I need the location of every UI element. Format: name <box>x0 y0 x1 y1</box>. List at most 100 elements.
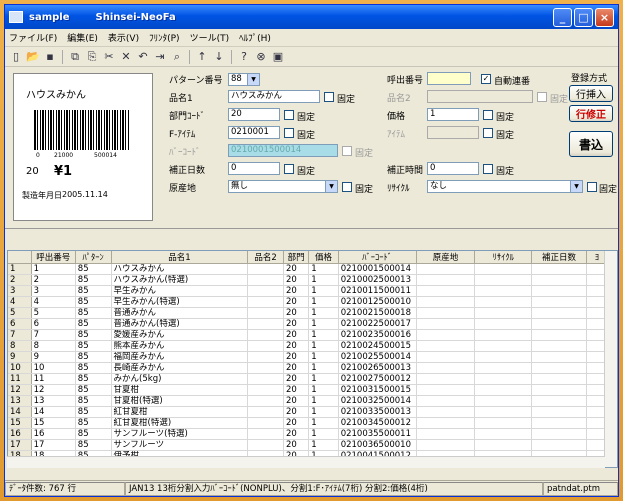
table-cell[interactable]: 12 <box>31 384 76 396</box>
find-icon[interactable]: ⌕ <box>169 49 185 65</box>
table-cell[interactable]: 1 <box>308 285 339 297</box>
menu-view[interactable]: 表示(V) <box>108 31 139 44</box>
table-row[interactable]: 15 15 85 紅甘夏柑(特選) 20 1 0210034500012 <box>8 417 609 429</box>
column-header[interactable]: 呼出番号 <box>31 251 76 264</box>
price-fixed-checkbox[interactable] <box>483 110 493 120</box>
row-number[interactable]: 4 <box>8 296 32 308</box>
table-cell[interactable] <box>247 274 285 286</box>
table-row[interactable]: 2 2 85 ハウスみかん(特選) 20 1 0210002500013 <box>8 274 609 286</box>
table-cell[interactable] <box>531 296 587 308</box>
table-row[interactable]: 7 7 85 愛媛産みかん 20 1 0210023500016 <box>8 329 609 341</box>
table-cell[interactable]: 16 <box>31 428 76 440</box>
table-cell[interactable]: 3 <box>31 285 76 297</box>
table-cell[interactable] <box>531 329 587 341</box>
table-cell[interactable]: 85 <box>75 406 112 418</box>
date-fixed-checkbox[interactable] <box>284 164 294 174</box>
table-cell[interactable]: ハウスみかん <box>111 263 249 275</box>
table-cell[interactable]: 20 <box>283 285 310 297</box>
table-cell[interactable]: 普通みかん <box>111 307 249 319</box>
table-cell[interactable] <box>531 395 587 407</box>
table-cell[interactable]: 14 <box>31 406 76 418</box>
table-cell[interactable] <box>531 285 587 297</box>
table-cell[interactable] <box>247 384 285 396</box>
insert-icon[interactable]: ⇥ <box>152 49 168 65</box>
horizontal-scrollbar[interactable] <box>7 456 605 468</box>
table-cell[interactable]: 13 <box>31 395 76 407</box>
row-number[interactable]: 12 <box>8 384 32 396</box>
table-cell[interactable]: 0210002500013 <box>338 274 417 286</box>
table-cell[interactable]: 85 <box>75 395 112 407</box>
dept-input[interactable]: 20 <box>228 108 280 121</box>
table-cell[interactable]: 17 <box>31 439 76 451</box>
table-cell[interactable]: 85 <box>75 296 112 308</box>
menu-help[interactable]: ﾍﾙﾌﾟ(H) <box>239 31 271 44</box>
table-cell[interactable]: 0210022500017 <box>338 318 417 330</box>
origin-fixed-checkbox[interactable] <box>342 182 352 192</box>
table-cell[interactable]: 85 <box>75 274 112 286</box>
table-cell[interactable]: 0210001500014 <box>338 263 417 275</box>
table-cell[interactable] <box>474 318 533 330</box>
table-cell[interactable] <box>474 296 533 308</box>
table-cell[interactable]: 20 <box>283 263 310 275</box>
table-cell[interactable] <box>416 340 476 352</box>
menu-edit[interactable]: 編集(E) <box>67 31 98 44</box>
table-cell[interactable] <box>247 296 285 308</box>
table-cell[interactable]: 10 <box>31 362 76 374</box>
table-cell[interactable] <box>247 263 285 275</box>
row-number[interactable]: 16 <box>8 428 32 440</box>
table-cell[interactable] <box>247 428 285 440</box>
table-cell[interactable]: 20 <box>283 373 310 385</box>
table-cell[interactable] <box>474 362 533 374</box>
table-row[interactable]: 11 11 85 みかん(5kg) 20 1 0210027500012 <box>8 373 609 385</box>
sort-asc-icon[interactable]: ↑ <box>194 49 210 65</box>
table-cell[interactable] <box>474 406 533 418</box>
copy-icon[interactable]: ⧉ <box>67 49 83 65</box>
table-cell[interactable] <box>247 417 285 429</box>
table-cell[interactable] <box>474 351 533 363</box>
table-cell[interactable]: 1 <box>308 307 339 319</box>
table-cell[interactable] <box>247 307 285 319</box>
table-row[interactable]: 12 12 85 甘夏柑 20 1 0210031500015 <box>8 384 609 396</box>
table-cell[interactable]: 2 <box>31 274 76 286</box>
table-cell[interactable]: 紅甘夏柑 <box>111 406 249 418</box>
row-number[interactable]: 17 <box>8 439 32 451</box>
table-cell[interactable] <box>416 263 476 275</box>
table-row[interactable]: 10 10 85 長崎産みかん 20 1 0210026500013 <box>8 362 609 374</box>
table-cell[interactable]: 1 <box>31 263 76 275</box>
table-cell[interactable]: 1 <box>308 274 339 286</box>
row-number[interactable]: 6 <box>8 318 32 330</box>
table-cell[interactable]: 20 <box>283 439 310 451</box>
row-number[interactable]: 1 <box>8 263 32 275</box>
auto-number-checkbox[interactable]: ✓ <box>481 74 491 84</box>
table-cell[interactable] <box>416 274 476 286</box>
menu-print[interactable]: ﾌﾘﾝﾀ(P) <box>149 31 179 44</box>
table-cell[interactable]: 早生みかん(特選) <box>111 296 249 308</box>
table-row[interactable]: 4 4 85 早生みかん(特選) 20 1 0210012500010 <box>8 296 609 308</box>
table-cell[interactable]: 7 <box>31 329 76 341</box>
table-cell[interactable] <box>531 318 587 330</box>
table-cell[interactable] <box>474 340 533 352</box>
recycle-select[interactable]: なし ▼ <box>427 180 583 193</box>
table-cell[interactable] <box>474 263 533 275</box>
table-cell[interactable]: 20 <box>283 296 310 308</box>
table-cell[interactable]: 0210031500015 <box>338 384 417 396</box>
table-cell[interactable]: 6 <box>31 318 76 330</box>
insert-row-button[interactable]: 行挿入 <box>569 85 613 102</box>
table-cell[interactable]: 1 <box>308 373 339 385</box>
table-cell[interactable]: 0210012500010 <box>338 296 417 308</box>
table-cell[interactable]: 1 <box>308 406 339 418</box>
table-cell[interactable]: 1 <box>308 384 339 396</box>
table-cell[interactable]: 85 <box>75 384 112 396</box>
column-header[interactable]: ﾘｻｲｸﾙ <box>474 251 533 264</box>
table-cell[interactable] <box>474 373 533 385</box>
table-cell[interactable]: 1 <box>308 428 339 440</box>
table-cell[interactable]: 1 <box>308 296 339 308</box>
table-cell[interactable]: 20 <box>283 406 310 418</box>
table-cell[interactable]: 85 <box>75 329 112 341</box>
table-cell[interactable] <box>416 439 476 451</box>
table-cell[interactable] <box>531 307 587 319</box>
table-cell[interactable] <box>416 351 476 363</box>
column-header[interactable] <box>8 251 32 264</box>
undo-icon[interactable]: ↶ <box>135 49 151 65</box>
row-number[interactable]: 14 <box>8 406 32 418</box>
